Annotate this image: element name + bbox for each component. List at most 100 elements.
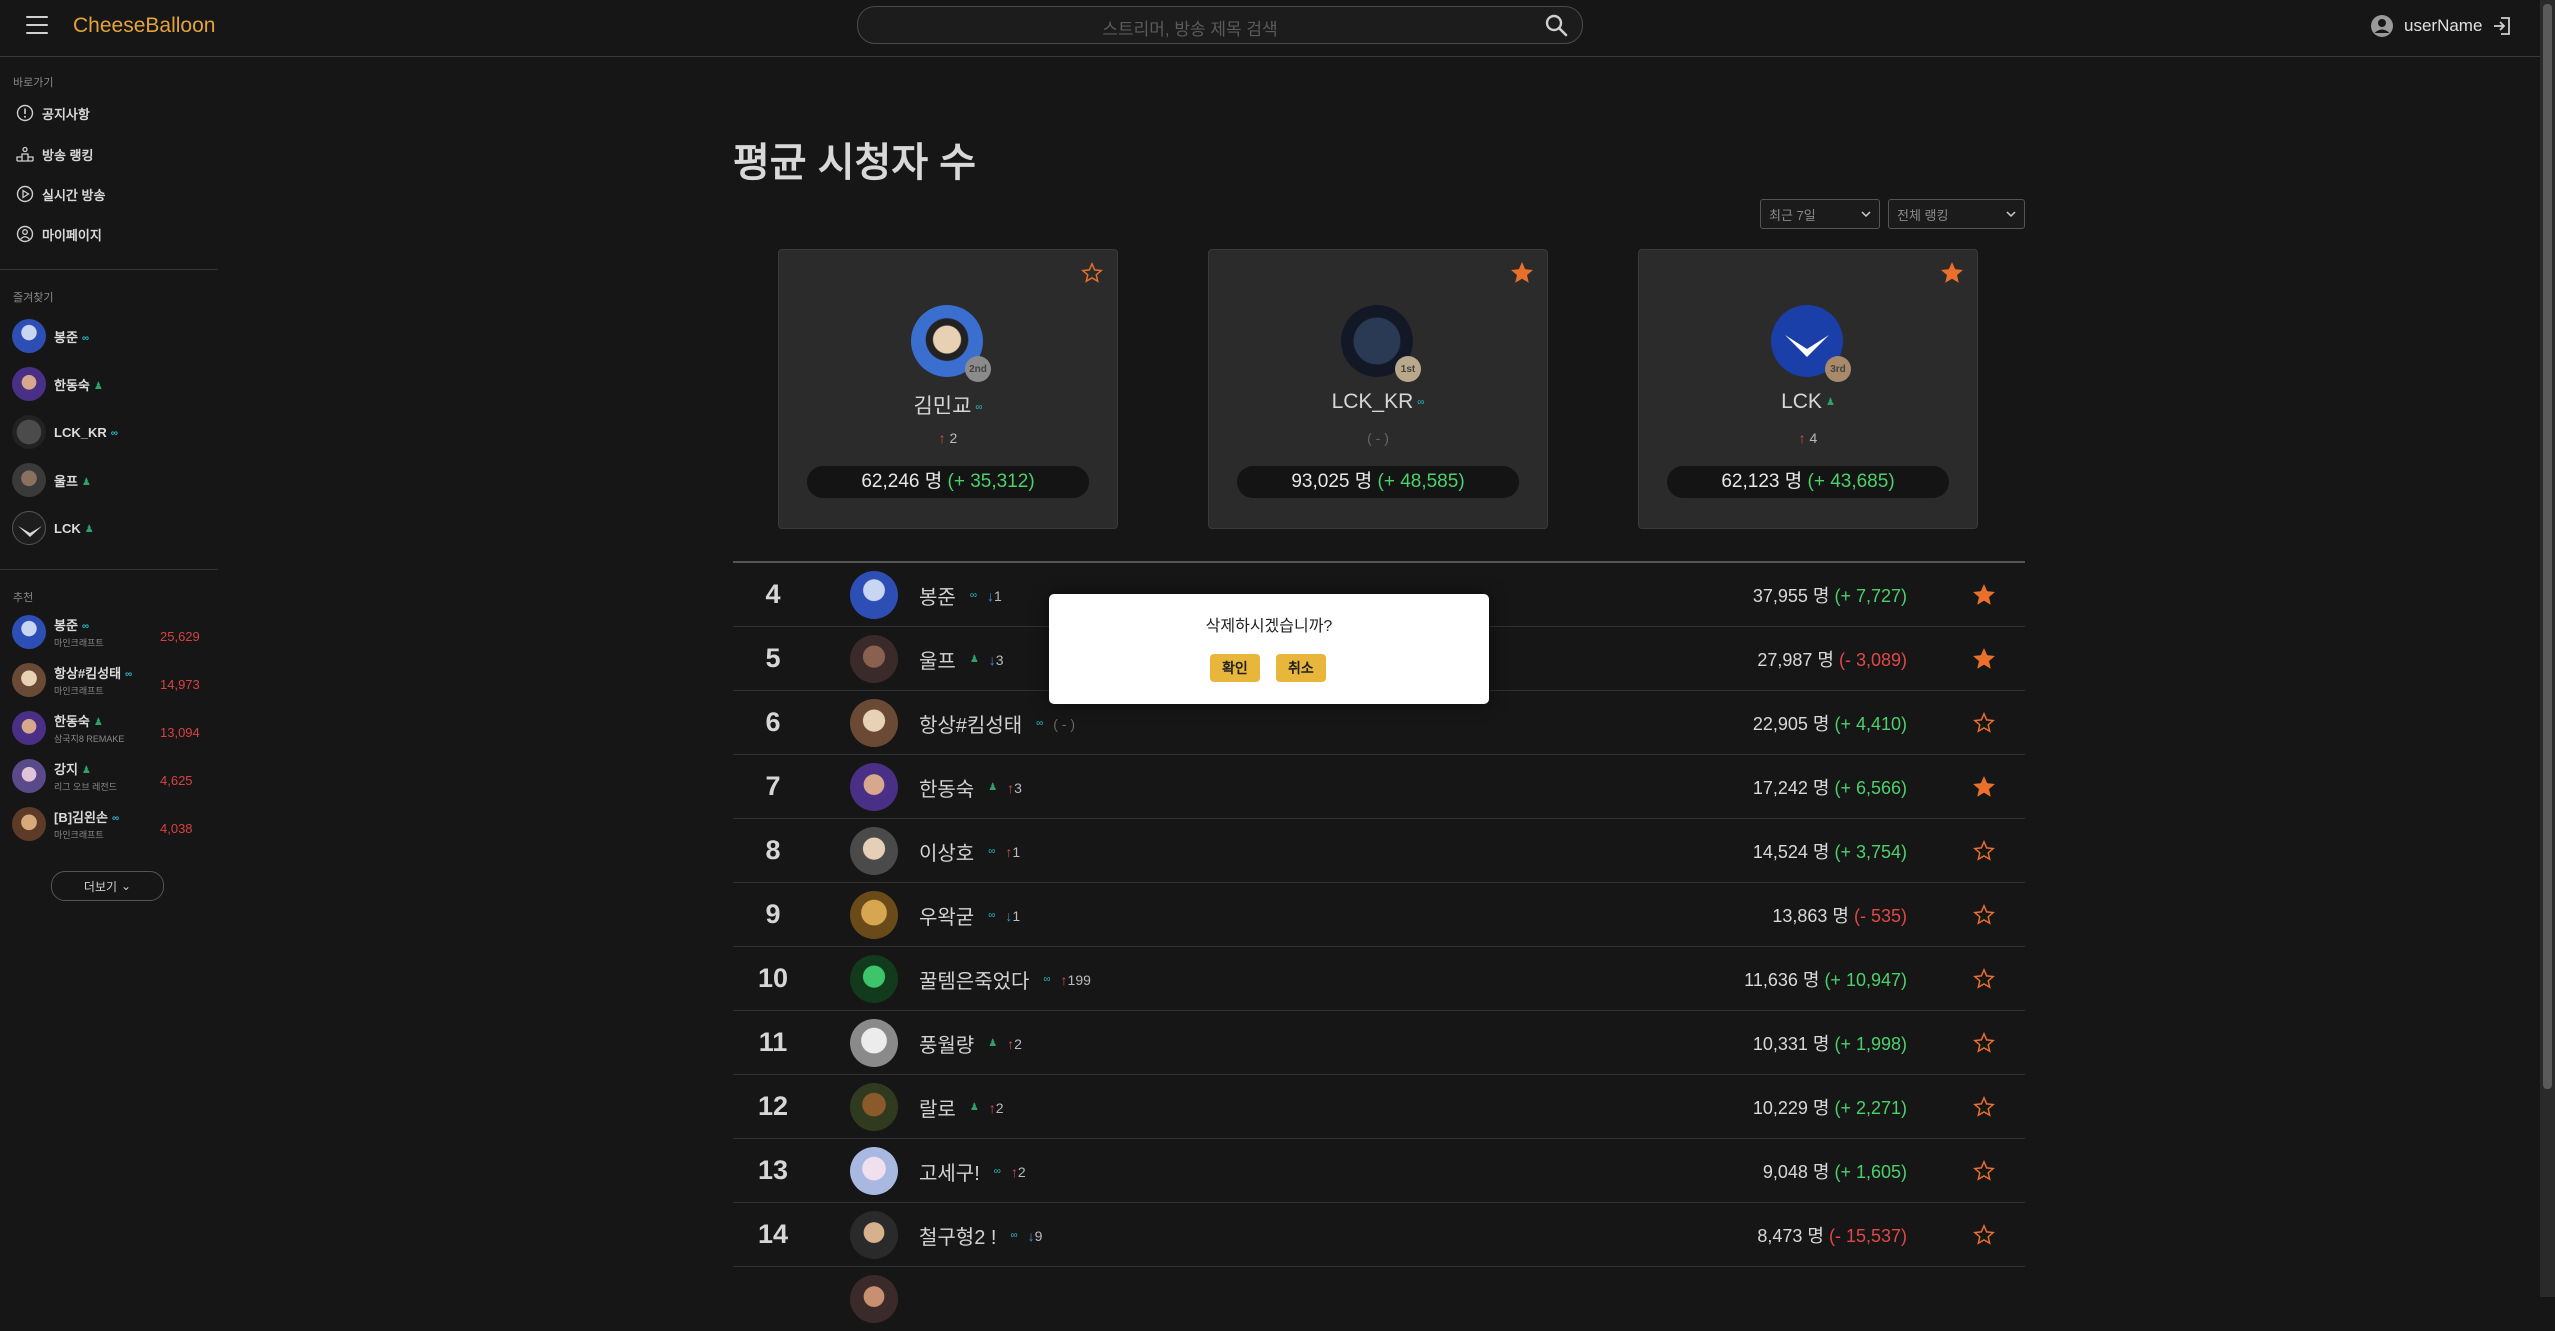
sidebar: 바로가기 공지사항 방송 랭킹 실시간 방송 마이페이지 즐겨찾기 봉준 ∞ 한동… <box>0 57 218 1297</box>
ranking-row[interactable]: 14 철구형2 ! ∞ ↓9 8,473 명 (- 15,537) <box>733 1203 2025 1267</box>
star-filled-icon[interactable] <box>1511 262 1533 284</box>
nav-mypage[interactable]: 마이페이지 <box>16 222 102 246</box>
menu-icon[interactable] <box>26 16 48 34</box>
rank-number: 11 <box>758 1027 788 1057</box>
more-button[interactable]: 더보기 ⌄ <box>51 871 164 901</box>
star-outline-icon[interactable] <box>1973 1160 1995 1182</box>
favorite-item[interactable]: LCK ♟ <box>12 511 94 545</box>
sidebar-divider <box>0 269 218 270</box>
user-menu[interactable]: userName <box>2370 11 2514 41</box>
star-outline-icon[interactable] <box>1973 1032 1995 1054</box>
recommend-item[interactable]: [B]김왼손 ∞ 마인크래프트 <box>12 807 119 841</box>
rank-change: ↑2 <box>988 1099 1004 1116</box>
star-filled-icon[interactable] <box>1941 262 1963 284</box>
rank-change: ↓1 <box>986 587 1002 604</box>
recommend-name: 한동숙 <box>54 714 90 729</box>
star-filled-icon[interactable] <box>1973 584 1995 606</box>
top-card-3rd[interactable]: 3rd LCK ♟ ↑ 4 62,123 명 (+ 43,685) <box>1638 249 1978 529</box>
star-outline-icon[interactable] <box>1973 1096 1995 1118</box>
sidebar-divider <box>0 569 218 570</box>
star-outline-icon[interactable] <box>1973 840 1995 862</box>
afreeca-badge-icon: ♟ <box>988 782 998 793</box>
ranking-row-partial[interactable] <box>733 1267 2025 1331</box>
recommend-item[interactable]: 봉준 ∞ 마인크래프트 <box>12 615 104 649</box>
rank-badge: 2nd <box>965 356 991 382</box>
streamer-name: 꿀템은죽었다 <box>919 971 1030 993</box>
recommend-viewer-count: 4,038 <box>160 821 193 836</box>
arrow-up-icon: ↑ <box>1010 1163 1018 1180</box>
top-card-2nd[interactable]: 2nd 김민교 ∞ ↑ 2 62,246 명 (+ 35,312) <box>778 249 1118 529</box>
favorite-name: 봉준 <box>54 329 78 345</box>
info-icon <box>16 104 34 122</box>
ranking-row[interactable]: 7 한동숙 ♟ ↑3 17,242 명 (+ 6,566) <box>733 755 2025 819</box>
rank-number: 10 <box>757 963 789 993</box>
star-outline-icon[interactable] <box>1973 904 1995 926</box>
recommend-viewer-count: 14,973 <box>160 677 200 692</box>
star-outline-icon[interactable] <box>1973 712 1995 734</box>
recommend-item[interactable]: 강지 ♟ 리그 오브 레전드 <box>12 759 117 793</box>
arrow-down-icon: ↓ <box>988 651 996 668</box>
star-filled-icon[interactable] <box>1973 648 1995 670</box>
play-icon <box>16 185 34 203</box>
search-input[interactable]: 스트리머, 방송 제목 검색 <box>857 6 1583 44</box>
platform-select[interactable]: 전체 랭킹 <box>1888 199 2025 229</box>
rank-change: ↑ 4 <box>1798 430 1818 446</box>
avatar <box>12 711 46 745</box>
recommend-item[interactable]: 한동숙 ♟ 삼국지8 REMAKE <box>12 711 124 745</box>
search-icon[interactable] <box>1544 13 1568 37</box>
star-outline-icon[interactable] <box>1973 1224 1995 1246</box>
recommend-viewer-count: 25,629 <box>160 629 200 644</box>
avatar <box>12 367 46 401</box>
logout-icon[interactable] <box>2492 15 2514 37</box>
top-header: CheeseBalloon 스트리머, 방송 제목 검색 userName <box>0 0 2540 57</box>
nav-live[interactable]: 실시간 방송 <box>16 182 105 206</box>
ranking-row[interactable]: 8 이상호 ∞ ↑1 14,524 명 (+ 3,754) <box>733 819 2025 883</box>
favorite-item[interactable]: LCK_KR ∞ <box>12 415 118 449</box>
favorite-item[interactable]: 한동숙 ♟ <box>12 367 103 401</box>
ranking-row[interactable]: 10 꿀템은죽었다 ∞ ↑199 11,636 명 (+ 10,947) <box>733 947 2025 1011</box>
chzzk-badge-icon: ∞ <box>1417 396 1425 408</box>
rank-change: ↑199 <box>1060 971 1091 988</box>
top-card-1st[interactable]: 1st LCK_KR ∞ ( - ) 93,025 명 (+ 48,585) <box>1208 249 1548 529</box>
ranking-row[interactable]: 13 고세구! ∞ ↑2 9,048 명 (+ 1,605) <box>733 1139 2025 1203</box>
streamer-name: LCK_KR ∞ <box>1331 390 1425 413</box>
ranking-row[interactable]: 11 풍월량 ♟ ↑2 10,331 명 (+ 1,998) <box>733 1011 2025 1075</box>
average-viewers: 17,242 명 (+ 6,566) <box>1752 778 1907 798</box>
ranking-row[interactable]: 12 랄로 ♟ ↑2 10,229 명 (+ 2,271) <box>733 1075 2025 1139</box>
rank-number: 7 <box>765 771 781 801</box>
streamer-name: 한동숙 <box>919 779 975 801</box>
arrow-down-icon: ↓ <box>986 587 994 604</box>
recommend-viewer-count: 4,625 <box>160 773 193 788</box>
star-filled-icon[interactable] <box>1973 776 1995 798</box>
ranking-row[interactable]: 9 우왁굳 ∞ ↓1 13,863 명 (- 535) <box>733 883 2025 947</box>
average-viewers: 27,987 명 (- 3,089) <box>1757 650 1907 670</box>
recommend-category: 삼국지8 REMAKE <box>54 734 125 744</box>
avatar <box>12 615 46 649</box>
rank-change: ↓9 <box>1027 1227 1043 1244</box>
recommend-name: [B]김왼손 <box>54 810 108 825</box>
rank-badge: 1st <box>1395 356 1421 382</box>
average-viewers: 62,123 명 (+ 43,685) <box>1667 466 1949 498</box>
favorite-item[interactable]: 울프 ♟ <box>12 463 91 497</box>
page-scrollbar[interactable] <box>2540 0 2555 1297</box>
nav-notice[interactable]: 공지사항 <box>16 101 90 125</box>
scroll-thumb[interactable] <box>2543 4 2552 1089</box>
average-viewers: 10,331 명 (+ 1,998) <box>1752 1034 1907 1054</box>
cancel-button[interactable]: 취소 <box>1276 654 1326 682</box>
nav-ranking[interactable]: 방송 랭킹 <box>16 142 93 166</box>
rank-change: ↑3 <box>1007 779 1022 796</box>
period-select[interactable]: 최근 7일 <box>1760 199 1880 229</box>
chzzk-badge-icon: ∞ <box>111 813 120 825</box>
streamer-name: 울프 <box>919 651 956 673</box>
star-outline-icon[interactable] <box>1973 968 1995 990</box>
platform-select-value: 전체 랭킹 <box>1897 207 1949 223</box>
arrow-down-icon: ↓ <box>1027 1227 1035 1244</box>
star-outline-icon[interactable] <box>1081 262 1103 284</box>
avatar <box>12 463 46 497</box>
confirm-button[interactable]: 확인 <box>1210 654 1260 682</box>
recommend-item[interactable]: 항상#킴성태 ∞ 마인크래프트 <box>12 663 132 697</box>
site-logo[interactable]: CheeseBalloon <box>73 14 215 38</box>
streamer-name: 고세구! <box>919 1163 980 1185</box>
chzzk-badge-icon: ∞ <box>988 910 996 921</box>
favorite-item[interactable]: 봉준 ∞ <box>12 319 89 353</box>
